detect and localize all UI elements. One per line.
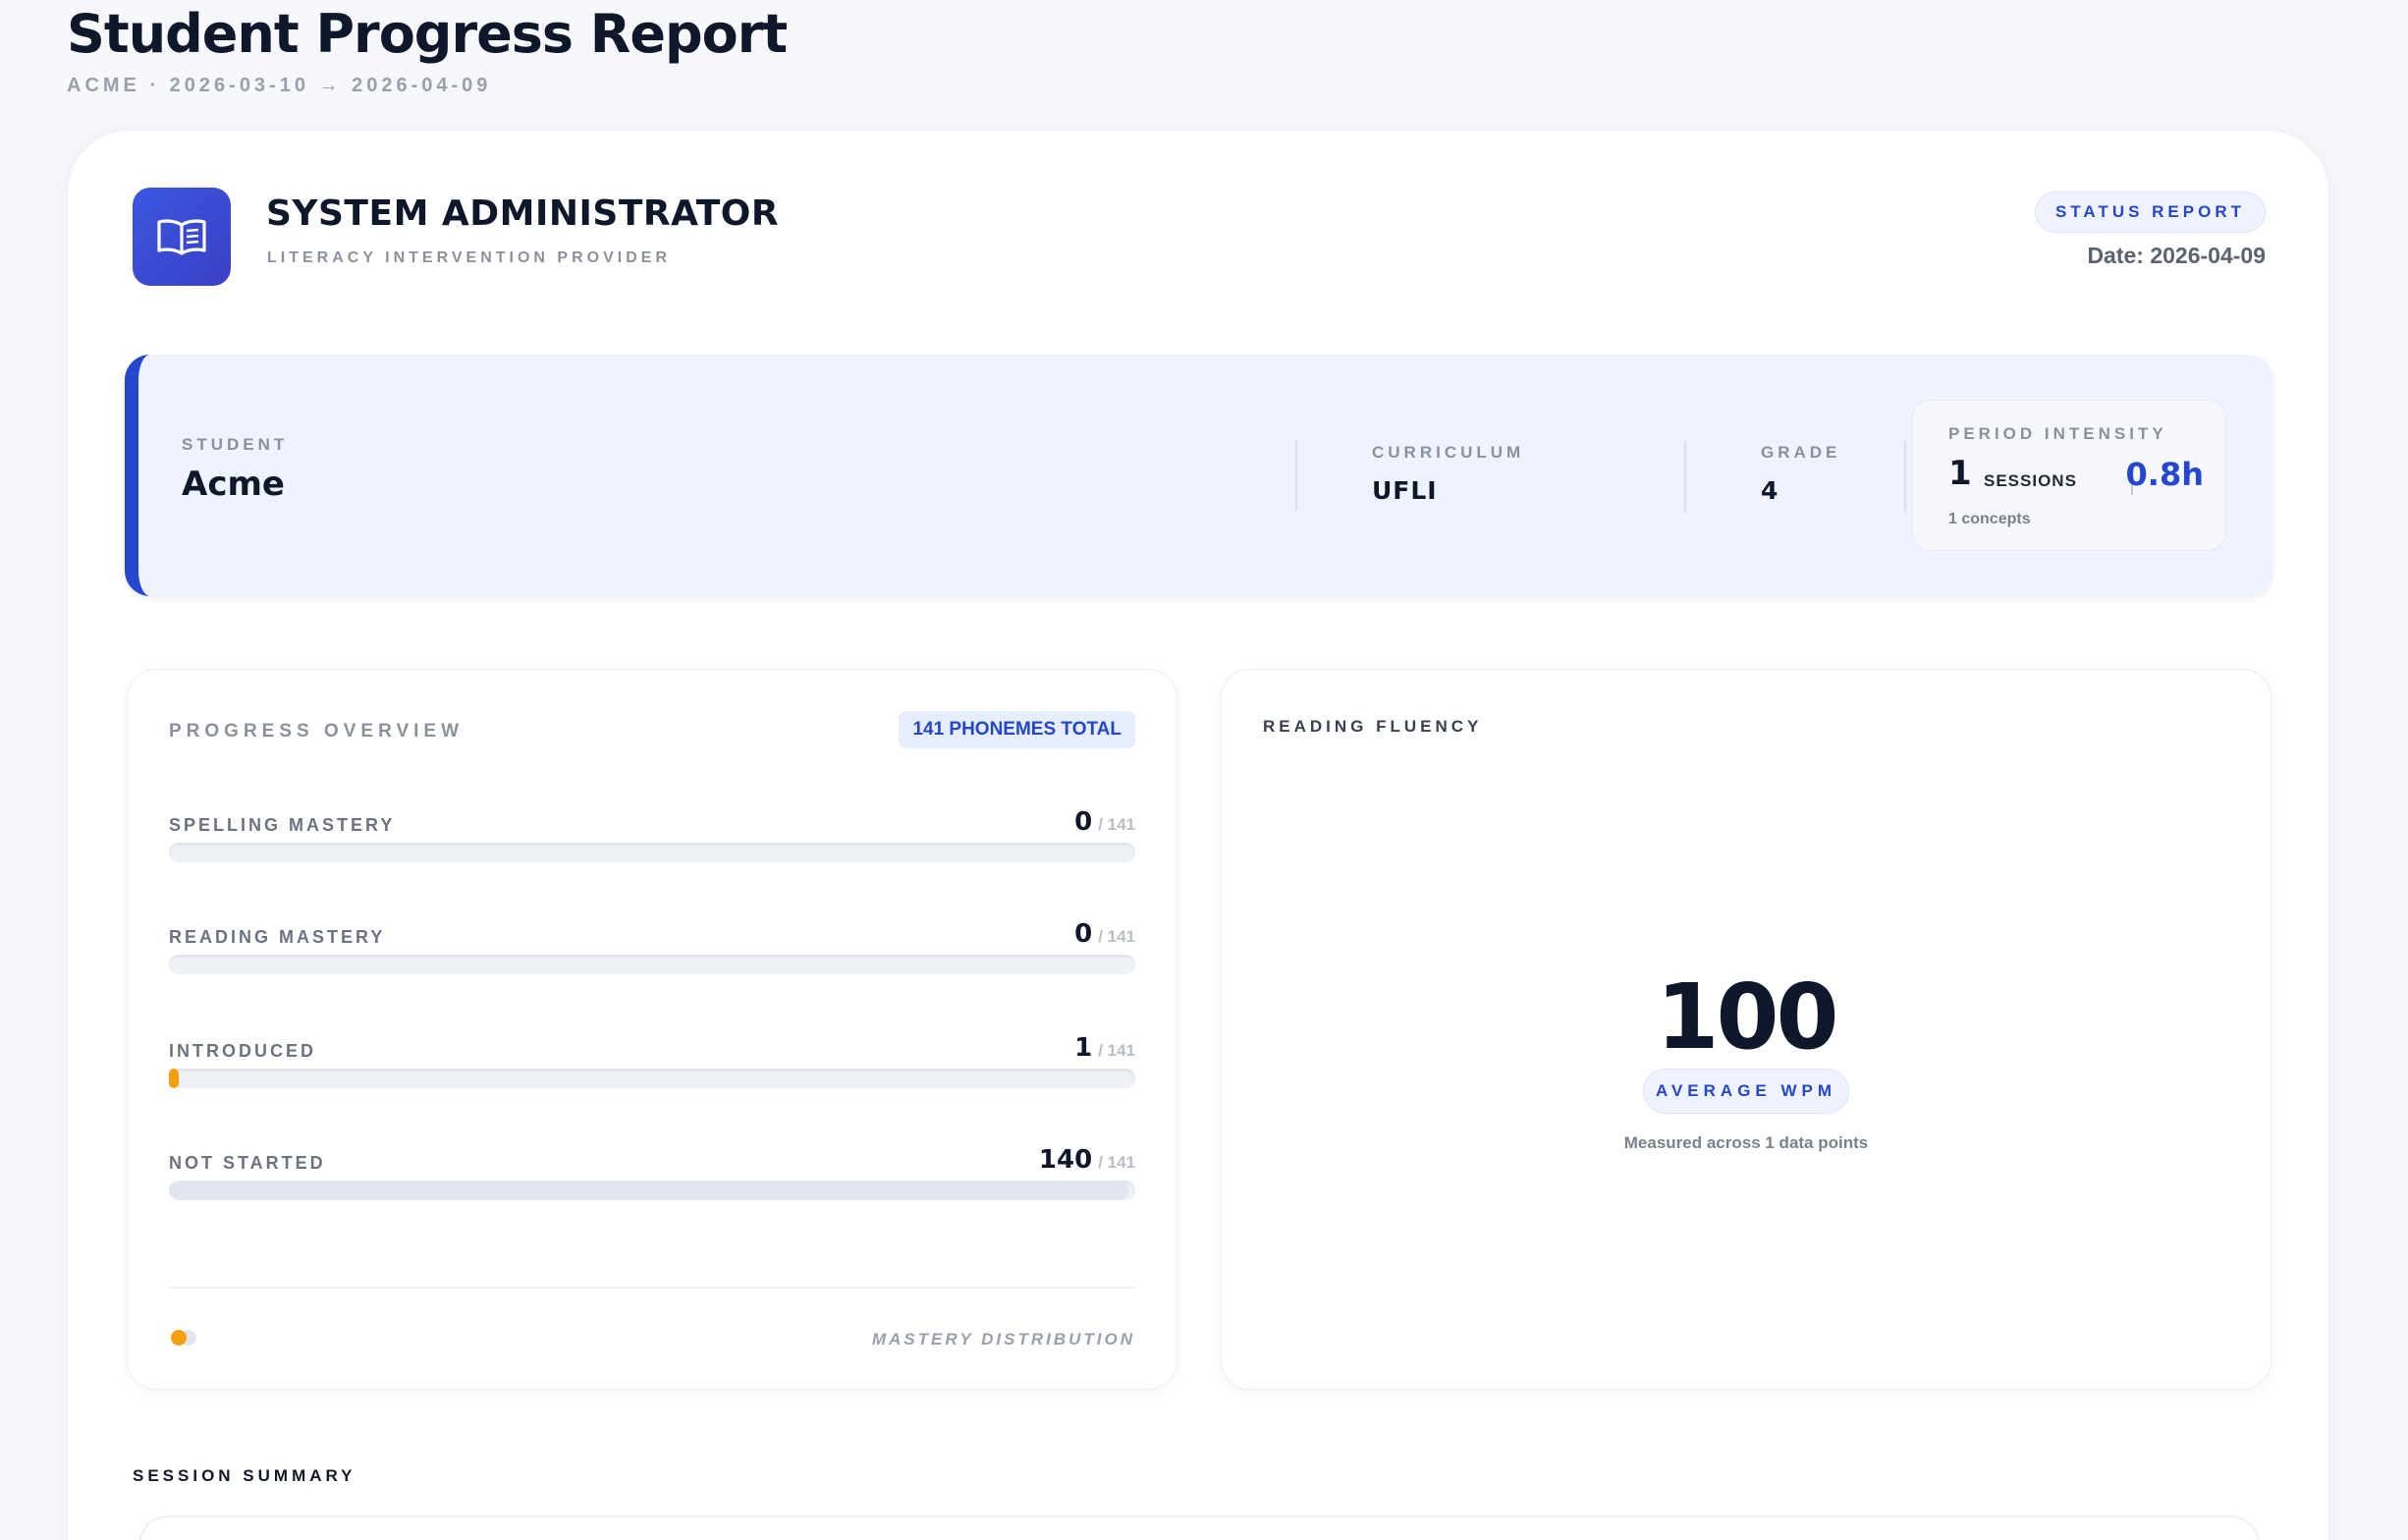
metric-total: / 141 [1098,927,1135,946]
status-badge: STATUS REPORT [2034,192,2266,233]
distribution-dot [171,1330,187,1346]
progress-bar-track [169,955,1135,974]
metric-value: 0 / 141 [1074,807,1135,837]
progress-bar-fill [169,1181,1128,1200]
sessions-count: 1 [1948,454,1972,493]
session-summary-card [138,1515,2260,1540]
concepts-count: 1 concepts [1948,511,2031,527]
metric-total: / 141 [1098,1153,1135,1172]
student-name: Acme [182,465,285,504]
grade-value: 4 [1761,476,1779,505]
mastery-distribution-dots [171,1330,210,1348]
average-wpm-value: 100 [1656,964,1838,1070]
metric-label: INTRODUCED [169,1041,316,1061]
report-date: Date: 2026-04-09 [2087,243,2266,268]
metric-value: 0 / 141 [1074,919,1135,949]
fluency-caption: Measured across 1 data points [1623,1133,1869,1152]
student-label: STUDENT [182,435,289,454]
metric-row: READING MASTERY 0 / 141 [169,919,1135,988]
progress-bar-fill [169,1069,179,1088]
divider [1904,441,1906,512]
metric-value: 140 / 141 [1039,1145,1135,1175]
metric-count: 0 [1074,807,1093,837]
mastery-distribution-label: MASTERY DISTRIBUTION [871,1330,1135,1348]
curriculum-value: UFLI [1372,476,1438,505]
org-name: SYSTEM ADMINISTRATOR [266,193,780,234]
divider [1295,441,1297,512]
progress-overview-panel: PROGRESS OVERVIEW 141 PHONEMES TOTAL SPE… [127,669,1177,1390]
metric-label: SPELLING MASTERY [169,815,396,835]
progress-overview-title: PROGRESS OVERVIEW [169,721,465,742]
metric-label: READING MASTERY [169,927,386,947]
report-card: SYSTEM ADMINISTRATOR LITERACY INTERVENTI… [67,130,2329,1540]
phonemes-total-badge: 141 PHONEMES TOTAL [899,711,1135,748]
metric-total: / 141 [1098,815,1135,834]
metric-value: 1 / 141 [1074,1033,1135,1063]
progress-bar-track [169,1181,1135,1200]
curriculum-label: CURRICULUM [1372,443,1525,462]
divider [1684,441,1686,512]
period-intensity-label: PERIOD INTENSITY [1948,424,2167,443]
session-summary-title: SESSION SUMMARY [133,1466,356,1485]
metric-count: 1 [1074,1033,1093,1063]
hours-value: 0.8h [2125,456,2204,493]
student-banner: STUDENT Acme CURRICULUM UFLI GRADE 4 PER… [125,355,2273,596]
page-subtitle: ACME · 2026-03-10 → 2026-04-09 [67,75,492,96]
reading-fluency-panel: READING FLUENCY 100 AVERAGE WPM Measured… [1221,669,2271,1390]
metric-row: INTRODUCED 1 / 141 [169,1033,1135,1102]
divider [169,1287,1135,1289]
metric-label: NOT STARTED [169,1153,326,1173]
metric-count: 0 [1074,919,1093,949]
sessions-label: SESSIONS [1984,471,2077,490]
progress-bar-track [169,1069,1135,1088]
page-title: Student Progress Report [67,3,788,65]
period-intensity-card: PERIOD INTENSITY 1 SESSIONS 0.8h 1 conce… [1912,400,2226,551]
org-role: LITERACY INTERVENTION PROVIDER [267,249,671,266]
metric-total: / 141 [1098,1041,1135,1060]
progress-bar-track [169,843,1135,862]
grade-label: GRADE [1761,443,1841,462]
metric-count: 140 [1038,1145,1093,1175]
open-book-icon [133,188,231,286]
reading-fluency-title: READING FLUENCY [1263,717,1483,736]
average-wpm-badge: AVERAGE WPM [1643,1069,1849,1114]
metric-row: SPELLING MASTERY 0 / 141 [169,807,1135,876]
metric-row: NOT STARTED 140 / 141 [169,1145,1135,1214]
